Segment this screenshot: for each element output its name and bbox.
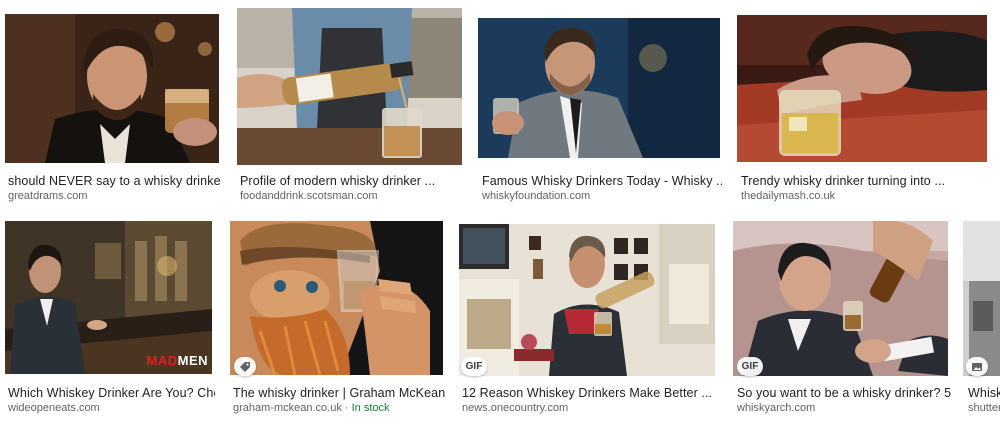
image-result-6[interactable]: The whisky drinker | Graham McKean graha…	[225, 215, 447, 425]
result-title[interactable]: Trendy whisky drinker turning into ...	[741, 174, 991, 188]
image-result-9[interactable]: Whiske shutter	[958, 215, 1000, 425]
result-thumbnail[interactable]	[459, 224, 715, 376]
result-title[interactable]: Which Whiskey Drinker Are You? Check ...	[8, 386, 215, 400]
result-source: thedailymash.co.uk	[741, 190, 836, 202]
result-source: news.onecountry.com	[462, 402, 569, 414]
result-title[interactable]: should NEVER say to a whisky drinker	[8, 174, 220, 188]
result-source: shutter	[968, 402, 1000, 414]
image-result-3[interactable]: Famous Whisky Drinkers Today - Whisky ..…	[472, 0, 728, 210]
image-result-5[interactable]: MADMEN Which Whiskey Drinker Are You? Ch…	[0, 215, 220, 425]
result-source: greatdrams.com	[8, 190, 88, 202]
result-source-domain: graham-mckean.co.uk	[233, 402, 342, 414]
result-thumbnail[interactable]	[963, 221, 1000, 376]
result-source: whiskyfoundation.com	[482, 190, 591, 202]
source-separator: ·	[341, 402, 352, 414]
result-source: foodanddrink.scotsman.com	[240, 190, 378, 202]
madmen-logo-text: MADMEN	[146, 353, 208, 368]
image-result-2[interactable]: Profile of modern whisky drinker ... foo…	[230, 0, 466, 210]
result-title[interactable]: So you want to be a whisky drinker? 5 ..…	[737, 386, 951, 400]
image-result-8[interactable]: GIF So you want to be a whisky drinker? …	[728, 215, 954, 425]
image-result-4[interactable]: Trendy whisky drinker turning into ... t…	[733, 0, 995, 210]
result-title[interactable]: Whiske	[968, 386, 1000, 400]
result-source: whiskyarch.com	[737, 402, 816, 414]
result-thumbnail[interactable]	[737, 15, 987, 162]
result-source: wideopeneats.com	[8, 402, 100, 414]
result-source: graham-mckean.co.uk · In stock	[233, 402, 445, 414]
gif-badge: GIF	[461, 357, 487, 376]
result-thumbnail[interactable]	[5, 14, 219, 163]
result-thumbnail[interactable]: MADMEN	[5, 221, 212, 374]
result-title[interactable]: Profile of modern whisky drinker ...	[240, 174, 462, 188]
shopping-tag-icon	[234, 357, 256, 376]
image-result-7[interactable]: GIF 12 Reason Whiskey Drinkers Make Bett…	[452, 215, 724, 425]
result-title[interactable]: 12 Reason Whiskey Drinkers Make Better .…	[462, 386, 720, 400]
stock-status: In stock	[351, 402, 390, 414]
result-title[interactable]: Famous Whisky Drinkers Today - Whisky ..…	[482, 174, 722, 188]
image-result-1[interactable]: should NEVER say to a whisky drinker gre…	[0, 0, 225, 210]
gif-badge: GIF	[737, 357, 763, 376]
result-title[interactable]: The whisky drinker | Graham McKean	[233, 386, 445, 400]
result-thumbnail[interactable]	[733, 221, 948, 376]
image-icon	[966, 357, 988, 376]
result-thumbnail[interactable]	[478, 18, 720, 158]
result-thumbnail[interactable]	[237, 8, 462, 165]
result-thumbnail[interactable]	[230, 221, 443, 375]
